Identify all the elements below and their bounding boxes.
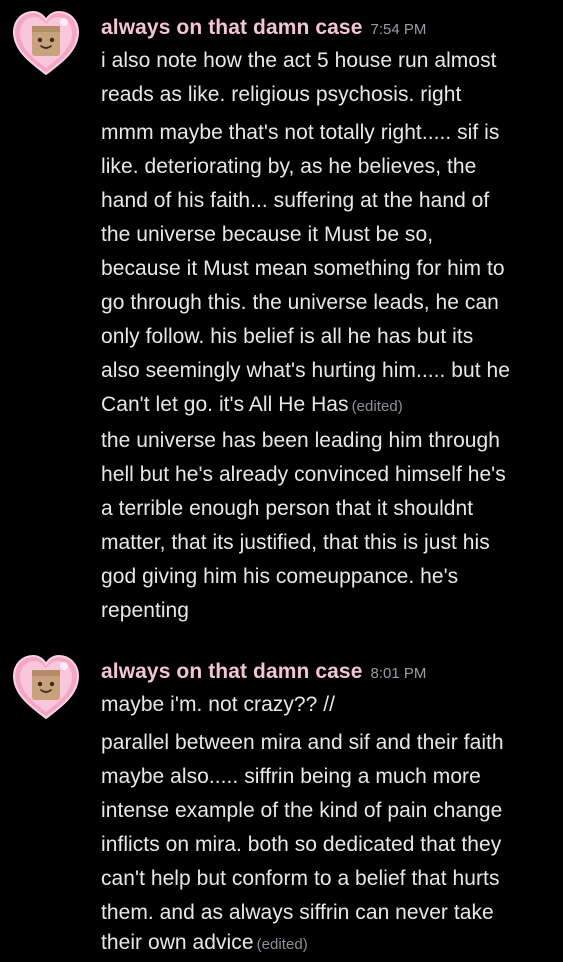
message-header: always on that damn case 7:54 PM: [101, 16, 426, 40]
message-line: hell but he's already convinced himself …: [101, 463, 506, 486]
edited-label: (edited): [351, 398, 403, 415]
message-line: i also note how the act 5 house run almo…: [101, 49, 497, 72]
message-header: always on that damn case 8:01 PM: [101, 660, 426, 684]
message-line: maybe also..... siffrin being a much mor…: [101, 765, 481, 788]
edited-label: (edited): [256, 936, 308, 953]
message-line: the universe has been leading him throug…: [101, 429, 500, 452]
message-line: them. and as always siffrin can never ta…: [101, 901, 494, 924]
message-line: can't help but conform to a belief that …: [101, 867, 500, 890]
message-line: matter, that its justified, that this is…: [101, 531, 490, 554]
message-line: parallel between mira and sif and their …: [101, 731, 504, 754]
message-line: mmm maybe that's not totally right..... …: [101, 121, 500, 144]
message-line: also seemingly what's hurting him..... b…: [101, 359, 510, 382]
message-line: the universe because it Must be so,: [101, 223, 434, 246]
message-line: repenting: [101, 599, 190, 622]
timestamp[interactable]: 8:01 PM: [371, 665, 427, 682]
message-line-edited: their own advice (edited): [101, 926, 308, 962]
message-line: reads as like. religious psychosis. righ…: [101, 83, 462, 106]
message-line: a terrible enough person that it shouldn…: [101, 497, 474, 520]
message-text: their own advice: [101, 931, 254, 954]
message-line: hand of his faith... suffering at the ha…: [101, 189, 490, 212]
message-text: Can't let go. it's All He Has: [101, 393, 349, 416]
message-line: only follow. his belief is all he has bu…: [101, 325, 474, 348]
message-line: inflicts on mira. both so dedicated that…: [101, 833, 502, 856]
message-line: go through this. the universe leads, he …: [101, 291, 499, 314]
timestamp[interactable]: 7:54 PM: [371, 21, 427, 38]
message-line: god giving him his comeuppance. he's: [101, 565, 459, 588]
user-avatar[interactable]: [12, 10, 80, 76]
cardboard-box-face-heart-icon: [12, 10, 80, 76]
message-line-edited: Can't let go. it's All He Has (edited): [101, 388, 403, 424]
message-line: maybe i'm. not crazy?? //: [101, 693, 336, 716]
username[interactable]: always on that damn case: [101, 16, 363, 39]
message-line: like. deteriorating by, as he believes, …: [101, 155, 477, 178]
message-line: intense example of the kind of pain chan…: [101, 799, 503, 822]
user-avatar[interactable]: [12, 654, 80, 720]
username[interactable]: always on that damn case: [101, 660, 363, 683]
message-line: because it Must mean something for him t…: [101, 257, 505, 280]
cardboard-box-face-heart-icon: [12, 654, 80, 720]
